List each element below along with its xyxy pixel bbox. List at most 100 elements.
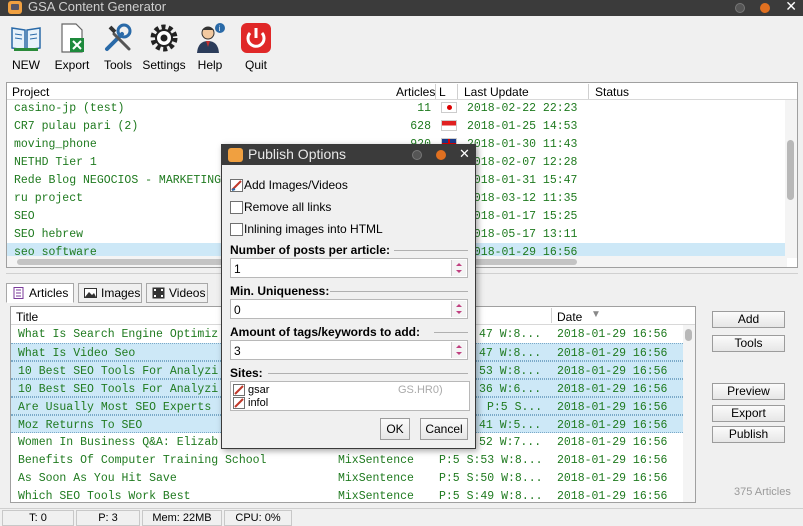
- project-articles: 11: [417, 102, 431, 115]
- ok-button[interactable]: OK: [380, 418, 410, 440]
- help-button[interactable]: i Help: [186, 20, 234, 72]
- tags-value: 3: [234, 344, 241, 358]
- scroll-thumb[interactable]: [685, 329, 692, 341]
- site-item[interactable]: gsar GS.HR0): [233, 384, 463, 397]
- min-uniqueness-input[interactable]: 0: [230, 299, 468, 319]
- checkbox-unchecked-icon: [230, 223, 243, 236]
- export-icon: [61, 23, 84, 53]
- article-stats: 47 W:8...: [479, 347, 542, 360]
- status-threads: T: 0: [2, 510, 74, 526]
- article-title: Women In Business Q&A: Elizab: [18, 436, 219, 449]
- dialog-close-icon[interactable]: ✕: [459, 146, 470, 162]
- cancel-button[interactable]: Cancel: [420, 418, 468, 440]
- article-title: Are Usually Most SEO Experts: [18, 401, 212, 414]
- help-label: Help: [197, 58, 223, 72]
- status-cpu: CPU: 0%: [224, 510, 292, 526]
- col-language[interactable]: L: [439, 85, 446, 99]
- preview-button[interactable]: Preview: [712, 383, 785, 400]
- new-label: NEW: [12, 58, 40, 72]
- document-icon: [13, 287, 24, 299]
- article-stats: P:5 S:50 W:8...: [439, 472, 543, 485]
- spinner-arrows-icon[interactable]: [451, 260, 466, 276]
- maximize-button[interactable]: [760, 3, 770, 13]
- minimize-button[interactable]: [735, 3, 745, 13]
- article-row[interactable]: As Soon As You Hit Save MixSentence P:5 …: [11, 469, 685, 487]
- col-articles[interactable]: Articles: [396, 85, 435, 99]
- section-divider: [330, 291, 468, 292]
- svg-text:i: i: [219, 25, 221, 33]
- publish-button[interactable]: Publish: [712, 426, 785, 443]
- tab-videos-label: Videos: [169, 286, 206, 300]
- tab-articles[interactable]: Articles: [6, 283, 74, 303]
- export-button[interactable]: Export: [48, 20, 96, 72]
- close-icon[interactable]: ✕: [785, 0, 797, 15]
- new-button[interactable]: NEW: [2, 20, 50, 72]
- sort-desc-icon[interactable]: ▼: [591, 309, 601, 320]
- app-icon: [228, 148, 243, 162]
- article-stats: 53 W:8...: [479, 365, 542, 378]
- article-title: Benefits Of Computer Training School: [18, 454, 267, 467]
- scroll-thumb[interactable]: [787, 140, 794, 200]
- article-title: 10 Best SEO Tools For Analyzi: [18, 383, 219, 396]
- articles-vertical-scrollbar[interactable]: [683, 325, 695, 502]
- article-stats: P:5 S:53 W:8...: [439, 454, 543, 467]
- article-row[interactable]: Benefits Of Computer Training School Mix…: [11, 451, 685, 469]
- section-divider: [394, 250, 468, 251]
- article-row[interactable]: Which SEO Tools Work Best MixSentence P:…: [11, 487, 685, 503]
- col-status[interactable]: Status: [595, 85, 629, 99]
- project-name: SEO: [14, 210, 35, 223]
- posts-per-article-input[interactable]: 1: [230, 258, 468, 278]
- sites-list[interactable]: gsar GS.HR0) infol: [230, 381, 470, 411]
- site-item[interactable]: infol: [233, 397, 463, 410]
- posts-value: 1: [234, 262, 241, 276]
- project-row[interactable]: CR7 pulau pari (2) 628 2018-01-25 14:53: [7, 117, 787, 135]
- dialog-maximize-button[interactable]: [436, 150, 446, 160]
- dialog-minimize-button[interactable]: [412, 150, 422, 160]
- add-images-videos-label: Add Images/Videos: [244, 178, 348, 192]
- status-memory: Mem: 22MB: [142, 510, 222, 526]
- project-name: Rede Blog NEGOCIOS - MARKETING: [14, 174, 222, 187]
- inline-images-label: Inlining images into HTML: [244, 222, 383, 236]
- col-title[interactable]: Title: [16, 310, 38, 324]
- tab-videos[interactable]: Videos: [146, 283, 208, 303]
- spinner-arrows-icon[interactable]: [451, 342, 466, 358]
- project-articles: 628: [410, 120, 431, 133]
- article-date: 2018-01-29 16:56: [557, 383, 668, 396]
- tab-images[interactable]: Images: [78, 283, 142, 303]
- article-stats: P:5 S:49 W:8...: [439, 490, 543, 503]
- dialog-title-bar: Publish Options ✕: [222, 145, 475, 165]
- col-date[interactable]: Date: [557, 310, 582, 324]
- article-date: 2018-01-29 16:56: [557, 490, 668, 503]
- article-source: MixSentence: [338, 472, 414, 485]
- article-stats: 41 W:5...: [479, 419, 542, 432]
- image-icon: [84, 288, 97, 298]
- section-divider: [268, 373, 468, 374]
- flag-jp-icon: [441, 102, 457, 113]
- flag-id-icon: [441, 120, 457, 131]
- project-name: ru project: [14, 192, 84, 205]
- add-button[interactable]: Add: [712, 311, 785, 328]
- project-name: NETHD Tier 1: [14, 156, 97, 169]
- project-row[interactable]: casino-jp (test) 11 2018-02-22 22:23: [7, 99, 787, 117]
- project-vertical-scrollbar[interactable]: [785, 100, 797, 258]
- posts-section-label: Number of posts per article:: [230, 243, 391, 257]
- article-date: 2018-01-29 16:56: [557, 454, 668, 467]
- article-stats: P:5 S...: [487, 401, 543, 414]
- remove-all-links-label: Remove all links: [244, 200, 332, 214]
- spinner-arrows-icon[interactable]: [451, 301, 466, 317]
- quit-button[interactable]: Quit: [232, 20, 280, 72]
- article-date: 2018-01-29 16:56: [557, 401, 668, 414]
- tools-side-button[interactable]: Tools: [712, 335, 785, 352]
- settings-button[interactable]: Settings: [140, 20, 188, 72]
- site-name: infol: [248, 397, 269, 409]
- col-last-update[interactable]: Last Update: [464, 85, 529, 99]
- tags-amount-input[interactable]: 3: [230, 340, 468, 360]
- uniqueness-section-label: Min. Uniqueness:: [230, 284, 330, 298]
- power-icon: [241, 23, 271, 53]
- article-title: 10 Best SEO Tools For Analyzi: [18, 365, 219, 378]
- tools-button[interactable]: Tools: [94, 20, 142, 72]
- col-project[interactable]: Project: [12, 85, 49, 99]
- article-title: As Soon As You Hit Save: [18, 472, 177, 485]
- export-side-button[interactable]: Export: [712, 405, 785, 422]
- app-icon: [8, 1, 22, 14]
